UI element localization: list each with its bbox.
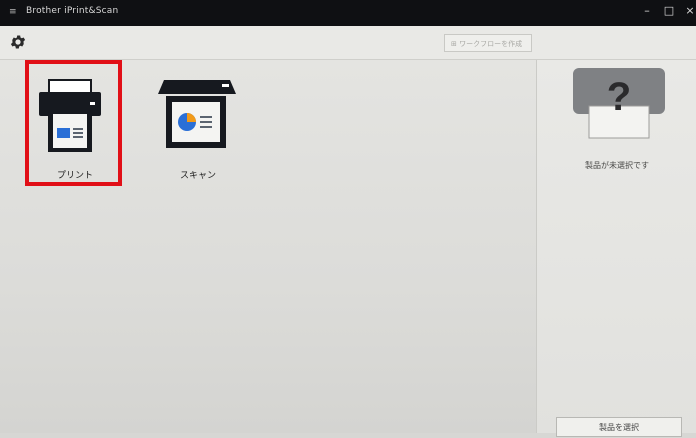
selection-highlight	[25, 60, 122, 186]
app-icon: ≡	[9, 7, 17, 17]
window-title: Brother iPrint&Scan	[26, 6, 119, 16]
no-device-status: 製品が未選択です	[585, 161, 649, 170]
svg-text:?: ?	[607, 75, 631, 119]
scan-label: スキャン	[179, 171, 216, 181]
gear-icon[interactable]	[9, 33, 27, 51]
scan-tile[interactable]: スキャン	[150, 62, 246, 184]
title-bar: ≡ Brother iPrint&Scan – □ ×	[0, 0, 696, 26]
unknown-device-icon: ?	[573, 68, 665, 139]
create-workflow-button[interactable]: ⊞ ワークフローを作成	[444, 34, 532, 52]
close-button[interactable]: ×	[682, 3, 696, 19]
minimize-button[interactable]: –	[639, 3, 655, 19]
maximize-button[interactable]: □	[661, 3, 677, 19]
workflow-icon: ⊞	[451, 40, 460, 48]
create-workflow-label: ワークフローを作成	[459, 40, 523, 48]
select-device-button[interactable]: 製品を選択	[556, 417, 682, 437]
scanner-icon	[158, 80, 236, 148]
toolbar: ⊞ ワークフローを作成	[0, 26, 696, 60]
